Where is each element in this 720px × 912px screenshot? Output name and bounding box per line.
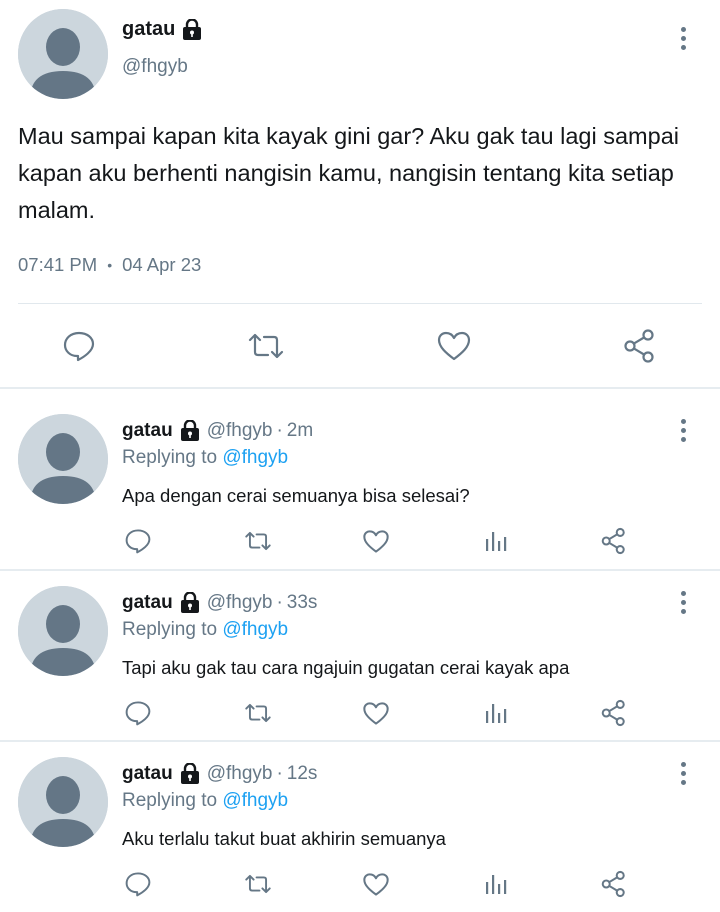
- analytics-icon[interactable]: [480, 525, 512, 557]
- tweet-time: 07:41 PM: [18, 254, 98, 275]
- lock-icon: [181, 17, 203, 41]
- share-icon[interactable]: [620, 326, 660, 366]
- lock-icon: [179, 419, 201, 442]
- replying-to-link[interactable]: @fhgyb: [222, 619, 288, 640]
- reply-text: Tapi aku gak tau cara ngajuin gugatan ce…: [122, 657, 570, 678]
- replying-to-link[interactable]: @fhgyb: [222, 790, 288, 811]
- replying-to: Replying to @fhgyb: [122, 790, 288, 812]
- tweet-text: Mau sampai kapan kita kayak gini gar? Ak…: [18, 123, 679, 223]
- reply-header: gatau @fhgyb · 12s: [122, 762, 318, 785]
- divider: [18, 303, 702, 304]
- separator: ·: [276, 420, 283, 441]
- heart-icon[interactable]: [360, 868, 392, 900]
- main-tweet: gatau @fhgyb Mau sampai kapan kita kayak…: [0, 0, 720, 388]
- comment-icon[interactable]: [122, 525, 154, 557]
- avatar[interactable]: [18, 586, 108, 676]
- reply-text: Aku terlalu takut buat akhirin semuanya: [122, 828, 446, 849]
- more-vertical-icon[interactable]: [678, 419, 688, 445]
- separator: •: [107, 257, 113, 273]
- avatar[interactable]: [18, 414, 108, 504]
- replying-prefix: Replying to: [122, 447, 218, 468]
- more-vertical-icon[interactable]: [678, 762, 688, 788]
- heart-icon[interactable]: [434, 326, 474, 366]
- heart-icon[interactable]: [360, 697, 392, 729]
- more-vertical-icon[interactable]: [678, 591, 688, 617]
- replying-to: Replying to @fhgyb: [122, 447, 288, 469]
- author-name[interactable]: gatau: [122, 420, 173, 442]
- retweet-icon[interactable]: [244, 326, 288, 366]
- comment-icon[interactable]: [58, 326, 100, 366]
- reply-tweet[interactable]: gatau @fhgyb · 12s Replying to @fhgyb Ak…: [0, 732, 720, 902]
- reply-header: gatau @fhgyb · 33s: [122, 591, 318, 614]
- author-name[interactable]: gatau: [122, 763, 173, 785]
- avatar[interactable]: [18, 9, 108, 99]
- reply-tweet[interactable]: gatau @fhgyb · 33s Replying to @fhgyb Ta…: [0, 561, 720, 731]
- separator: ·: [276, 592, 283, 613]
- analytics-icon[interactable]: [480, 697, 512, 729]
- replying-to-link[interactable]: @fhgyb: [222, 447, 288, 468]
- author-handle[interactable]: @fhgyb: [207, 592, 273, 614]
- reply-age: 2m: [286, 420, 314, 441]
- lock-icon: [179, 762, 201, 785]
- reply-tweet[interactable]: gatau @fhgyb · 2m Replying to @fhgyb Apa…: [0, 389, 720, 559]
- replying-to: Replying to @fhgyb: [122, 619, 288, 641]
- more-vertical-icon[interactable]: [678, 27, 688, 53]
- share-icon[interactable]: [598, 697, 630, 729]
- reply-age: 12s: [286, 763, 318, 784]
- author-name[interactable]: gatau: [122, 592, 173, 614]
- reply-header: gatau @fhgyb · 2m: [122, 419, 314, 442]
- author-handle[interactable]: @fhgyb: [207, 763, 273, 785]
- reply-text: Apa dengan cerai semuanya bisa selesai?: [122, 485, 470, 506]
- author-name-row: gatau: [122, 17, 203, 41]
- retweet-icon[interactable]: [242, 697, 274, 729]
- replying-prefix: Replying to: [122, 790, 218, 811]
- replying-prefix: Replying to: [122, 619, 218, 640]
- retweet-icon[interactable]: [242, 525, 274, 557]
- share-icon[interactable]: [598, 868, 630, 900]
- reply-age: 33s: [286, 592, 318, 613]
- tweet-date: 04 Apr 23: [122, 254, 202, 275]
- share-icon[interactable]: [598, 525, 630, 557]
- analytics-icon[interactable]: [480, 868, 512, 900]
- heart-icon[interactable]: [360, 525, 392, 557]
- author-handle[interactable]: @fhgyb: [122, 56, 188, 78]
- author-handle[interactable]: @fhgyb: [207, 420, 273, 442]
- separator: ·: [276, 763, 283, 784]
- comment-icon[interactable]: [122, 868, 154, 900]
- tweet-timestamp: 07:41 PM • 04 Apr 23: [18, 254, 201, 276]
- retweet-icon[interactable]: [242, 868, 274, 900]
- avatar[interactable]: [18, 757, 108, 847]
- comment-icon[interactable]: [122, 697, 154, 729]
- author-name[interactable]: gatau: [122, 18, 175, 41]
- lock-icon: [179, 591, 201, 614]
